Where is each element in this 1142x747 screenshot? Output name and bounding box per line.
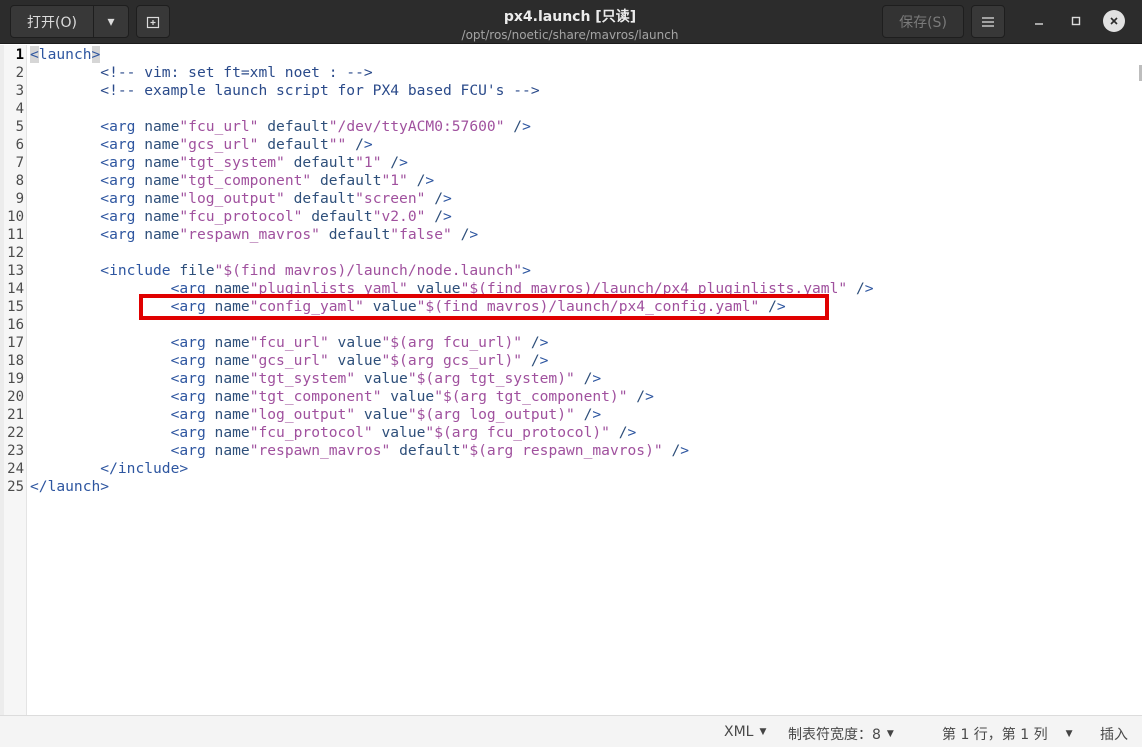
chevron-down-icon: ▼ <box>1065 729 1073 739</box>
code-line[interactable]: <arg name"gcs_url" default"" /> <box>30 136 1130 154</box>
language-selector[interactable]: XML ▼ <box>724 724 766 740</box>
line-number: 23 <box>7 443 24 459</box>
minimize-button[interactable] <box>1026 8 1052 34</box>
language-label: XML <box>724 724 754 740</box>
window-title: px4.launch [只读] <box>503 9 637 25</box>
maximize-button[interactable] <box>1063 8 1089 34</box>
line-number: 9 <box>15 191 24 207</box>
line-number: 14 <box>7 281 24 297</box>
line-number: 2 <box>15 65 24 81</box>
text-editor[interactable]: 1 2 3 4 5 6 7 8 9 10 11 12 13 14 15 16 17 18 19 20 21 22 23 24 2… <box>0 45 1142 715</box>
code-line[interactable]: <!-- example launch script for PX4 based… <box>30 82 1130 100</box>
new-document-button[interactable] <box>136 5 170 38</box>
main-menu-button[interactable] <box>971 5 1005 38</box>
line-number: 13 <box>7 263 24 279</box>
hamburger-menu-icon <box>982 16 994 27</box>
line-number: 22 <box>7 425 24 441</box>
line-number-gutter: 1 2 3 4 5 6 7 8 9 10 11 12 13 14 15 16 17 18 19 20 21 22 23 24 2… <box>0 45 27 715</box>
chevron-down-icon: ▼ <box>886 729 894 739</box>
cursor-position-label: 第 1 行，第 1 列 <box>942 727 1048 743</box>
code-line[interactable]: <arg name"fcu_protocol" default"v2.0" /> <box>30 208 1130 226</box>
line-numbers: 1 2 3 4 5 6 7 8 9 10 11 12 13 14 15 16 17 18 19 20 21 22 23 24 2… <box>0 46 24 496</box>
line-number: 19 <box>7 371 24 387</box>
code-line[interactable]: <arg name"fcu_protocol" value"$(arg fcu_… <box>30 424 1130 442</box>
line-number: 21 <box>7 407 24 423</box>
line-number: 3 <box>15 83 24 99</box>
maximize-icon <box>1071 16 1081 26</box>
cursor-position-selector[interactable]: 第 1 行，第 1 列 ▼ <box>942 724 1073 744</box>
code-line[interactable]: <arg name"tgt_system" value"$(arg tgt_sy… <box>30 370 1130 388</box>
code-line[interactable]: </include> <box>30 460 1130 478</box>
line-number: 17 <box>7 335 24 351</box>
open-button[interactable]: 打开(O) <box>10 5 94 38</box>
code-line[interactable]: <!-- vim: set ft=xml noet : --> <box>30 64 1130 82</box>
close-icon <box>1110 17 1118 25</box>
line-number: 11 <box>7 227 24 243</box>
line-number: 4 <box>15 101 24 117</box>
code-line[interactable] <box>30 244 1130 262</box>
line-number: 1 <box>15 47 24 63</box>
line-number: 5 <box>15 119 24 135</box>
code-line[interactable]: <include file"$(find mavros)/launch/node… <box>30 262 1130 280</box>
line-number: 20 <box>7 389 24 405</box>
code-line[interactable]: <arg name"tgt_component" value"$(arg tgt… <box>30 388 1130 406</box>
chevron-down-icon: ▾ <box>107 13 115 30</box>
line-number: 15 <box>7 299 24 315</box>
code-line[interactable]: <arg name"respawn_mavros" default"false"… <box>30 226 1130 244</box>
code-line[interactable]: <arg name"log_output" value"$(arg log_ou… <box>30 406 1130 424</box>
highlight-annotation-box <box>139 294 829 320</box>
window-subtitle: /opt/ros/noetic/share/mavros/launch <box>461 28 679 42</box>
minimize-icon <box>1035 23 1043 25</box>
chevron-down-icon: ▼ <box>759 727 767 737</box>
code-line[interactable]: <arg name"tgt_component" default"1" /> <box>30 172 1130 190</box>
status-bar: XML ▼ 制表符宽度：8 ▼ 第 1 行，第 1 列 ▼ 插入 <box>0 715 1142 747</box>
open-menu-button[interactable]: ▾ <box>93 5 129 38</box>
save-button[interactable]: 保存(S) <box>882 5 964 38</box>
close-button[interactable] <box>1103 10 1125 32</box>
code-area[interactable]: <launch> <!-- vim: set ft=xml noet : -->… <box>30 46 1130 496</box>
code-line[interactable]: <arg name"respawn_mavros" default"$(arg … <box>30 442 1130 460</box>
line-number: 16 <box>7 317 24 333</box>
line-number: 6 <box>15 137 24 153</box>
line-number: 24 <box>7 461 24 477</box>
line-number: 25 <box>7 479 24 495</box>
tab-width-label: 制表符宽度：8 <box>788 727 881 743</box>
code-line[interactable]: <arg name"gcs_url" value"$(arg gcs_url)"… <box>30 352 1130 370</box>
code-line[interactable]: <arg name"fcu_url" value"$(arg fcu_url)"… <box>30 334 1130 352</box>
code-line[interactable]: <arg name"tgt_system" default"1" /> <box>30 154 1130 172</box>
insert-mode-indicator[interactable]: 插入 <box>1100 724 1128 744</box>
line-number: 12 <box>7 245 24 261</box>
line-number: 10 <box>7 209 24 225</box>
line-number: 18 <box>7 353 24 369</box>
code-line[interactable]: <launch> <box>30 46 1130 64</box>
line-number: 8 <box>15 173 24 189</box>
line-number: 7 <box>15 155 24 171</box>
window-title-block: px4.launch [只读] /opt/ros/noetic/share/ma… <box>370 6 770 42</box>
header-bar: 打开(O) ▾ px4.launch [只读] /opt/ros/noetic/… <box>0 0 1142 44</box>
code-line[interactable]: <arg name"log_output" default"screen" /> <box>30 190 1130 208</box>
new-document-icon <box>146 16 160 28</box>
insert-mode-label: 插入 <box>1100 727 1128 743</box>
code-line[interactable]: </launch> <box>30 478 1130 496</box>
tab-width-selector[interactable]: 制表符宽度：8 ▼ <box>788 724 894 744</box>
code-line[interactable] <box>30 100 1130 118</box>
code-line[interactable]: <arg name"fcu_url" default"/dev/ttyACM0:… <box>30 118 1130 136</box>
